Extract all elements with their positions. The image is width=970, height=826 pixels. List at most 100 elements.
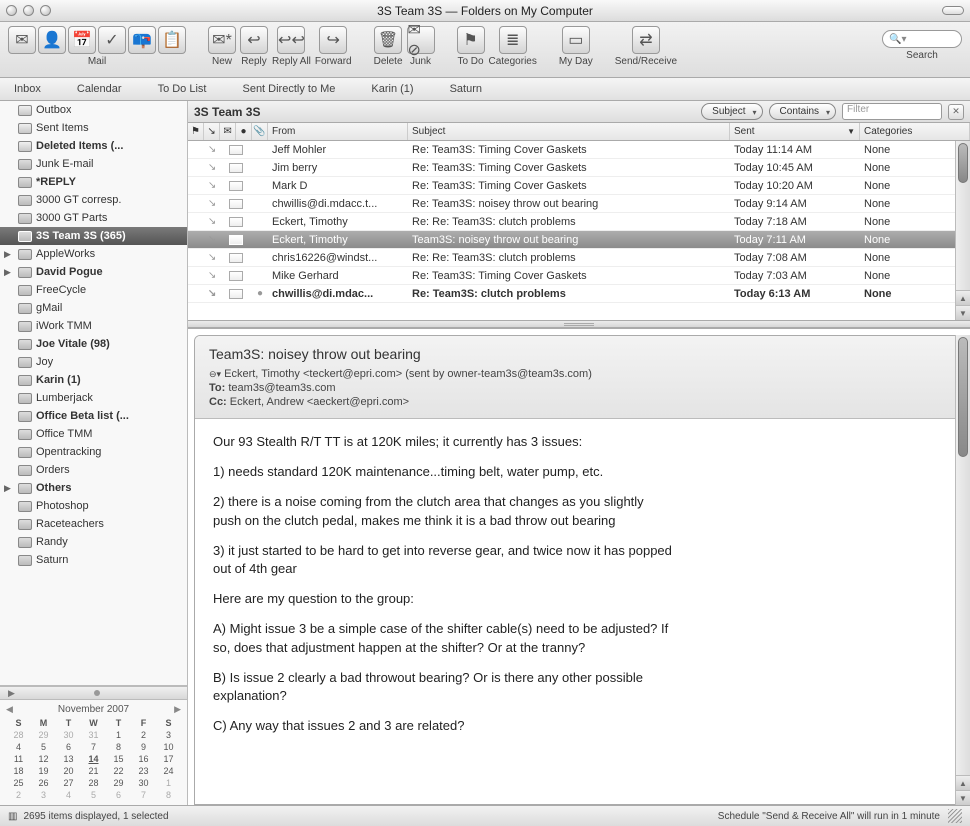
cal-day[interactable]: 4 bbox=[6, 741, 31, 753]
cal-day[interactable]: 19 bbox=[31, 765, 56, 777]
folder-item[interactable]: Office TMM bbox=[0, 425, 187, 443]
message-row[interactable]: ↘Jim berryRe: Team3S: Timing Cover Gaske… bbox=[188, 159, 970, 177]
col-categories[interactable]: Categories bbox=[860, 123, 970, 140]
cal-day[interactable]: 6 bbox=[106, 789, 131, 801]
cal-day[interactable]: 17 bbox=[156, 753, 181, 765]
scroll-up-icon[interactable]: ▲ bbox=[956, 290, 970, 305]
disclosure-icon[interactable]: ▶ bbox=[4, 483, 11, 494]
message-row[interactable]: ↘Eckert, TimothyTeam3S: noisey throw out… bbox=[188, 231, 970, 249]
cal-day[interactable]: 4 bbox=[56, 789, 81, 801]
favorites-tab[interactable]: To Do List bbox=[150, 80, 215, 98]
folder-item[interactable]: Randy bbox=[0, 533, 187, 551]
col-attachment[interactable]: 📎 bbox=[252, 123, 268, 140]
cal-day[interactable]: 5 bbox=[31, 741, 56, 753]
message-row[interactable]: ↘Eckert, TimothyRe: Re: Team3S: clutch p… bbox=[188, 213, 970, 231]
cal-day[interactable]: 14 bbox=[81, 753, 106, 765]
cal-day[interactable]: 16 bbox=[131, 753, 156, 765]
cal-day[interactable]: 2 bbox=[131, 729, 156, 741]
next-month-icon[interactable]: ▶ bbox=[174, 704, 181, 715]
folder-item[interactable]: Office Beta list (... bbox=[0, 407, 187, 425]
folder-item[interactable]: 3000 GT corresp. bbox=[0, 191, 187, 209]
favorites-tab[interactable]: Saturn bbox=[442, 80, 490, 98]
cal-day[interactable]: 28 bbox=[6, 729, 31, 741]
cal-day[interactable]: 11 bbox=[6, 753, 31, 765]
toolbar-button[interactable]: ▭ bbox=[562, 26, 590, 54]
cal-day[interactable]: 13 bbox=[56, 753, 81, 765]
toolbar-button[interactable]: 🗑 bbox=[374, 26, 402, 54]
folder-item[interactable]: Joy bbox=[0, 353, 187, 371]
toolbar-button[interactable]: ≣ bbox=[499, 26, 527, 54]
cal-day[interactable]: 2 bbox=[6, 789, 31, 801]
folder-item[interactable]: ▶Others bbox=[0, 479, 187, 497]
scroll-down-icon[interactable]: ▼ bbox=[956, 305, 970, 320]
folder-item[interactable]: Photoshop bbox=[0, 497, 187, 515]
message-row[interactable]: ↘chris16226@windst...Re: Re: Team3S: clu… bbox=[188, 249, 970, 267]
message-row[interactable]: ↘Mark DRe: Team3S: Timing Cover GasketsT… bbox=[188, 177, 970, 195]
cal-day[interactable]: 22 bbox=[106, 765, 131, 777]
cal-day[interactable]: 24 bbox=[156, 765, 181, 777]
toggle-pane-icon[interactable]: ▥ bbox=[8, 811, 17, 822]
cal-day[interactable]: 21 bbox=[81, 765, 106, 777]
cal-day[interactable]: 23 bbox=[131, 765, 156, 777]
cal-day[interactable]: 9 bbox=[131, 741, 156, 753]
search-input[interactable]: 🔍▾ bbox=[882, 30, 962, 48]
cal-day[interactable]: 6 bbox=[56, 741, 81, 753]
cal-day[interactable]: 7 bbox=[81, 741, 106, 753]
disclosure-icon[interactable]: ▶ bbox=[4, 267, 11, 278]
cal-day[interactable]: 20 bbox=[56, 765, 81, 777]
folder-item[interactable]: FreeCycle bbox=[0, 281, 187, 299]
folder-item[interactable]: Karin (1) bbox=[0, 371, 187, 389]
cal-day[interactable]: 31 bbox=[81, 729, 106, 741]
cal-day[interactable]: 15 bbox=[106, 753, 131, 765]
cal-day[interactable]: 26 bbox=[31, 777, 56, 789]
scroll-down-icon[interactable]: ▼ bbox=[956, 790, 970, 805]
toolbar-button[interactable]: ✉* bbox=[208, 26, 236, 54]
col-status[interactable]: ✉ bbox=[220, 123, 236, 140]
cal-day[interactable]: 30 bbox=[56, 729, 81, 741]
col-priority[interactable]: ● bbox=[236, 123, 252, 140]
favorites-tab[interactable]: Sent Directly to Me bbox=[234, 80, 343, 98]
folder-item[interactable]: Junk E-mail bbox=[0, 155, 187, 173]
folder-item[interactable]: Saturn bbox=[0, 551, 187, 569]
clear-filter-button[interactable]: ✕ bbox=[948, 104, 964, 120]
cal-day[interactable]: 25 bbox=[6, 777, 31, 789]
col-from[interactable]: From bbox=[268, 123, 408, 140]
cal-day[interactable]: 29 bbox=[31, 729, 56, 741]
folder-item[interactable]: Orders bbox=[0, 461, 187, 479]
toolbar-button[interactable]: ↩ bbox=[240, 26, 268, 54]
folder-item[interactable]: 3000 GT Parts bbox=[0, 209, 187, 227]
list-scrollbar[interactable]: ▲ ▼ bbox=[955, 141, 970, 320]
cal-day[interactable]: 8 bbox=[156, 789, 181, 801]
folder-item[interactable]: Opentracking bbox=[0, 443, 187, 461]
folder-item[interactable]: ▶AppleWorks bbox=[0, 245, 187, 263]
filter-field-select[interactable]: Subject bbox=[701, 103, 762, 120]
cal-day[interactable]: 18 bbox=[6, 765, 31, 777]
cal-day[interactable]: 7 bbox=[131, 789, 156, 801]
toolbar-button[interactable]: 👤 bbox=[38, 26, 66, 54]
scroll-up-icon[interactable]: ▲ bbox=[956, 775, 970, 790]
folder-item[interactable]: Deleted Items (... bbox=[0, 137, 187, 155]
message-row[interactable]: ↘●chwillis@di.mdac...Re: Team3S: clutch … bbox=[188, 285, 970, 303]
expand-icon[interactable]: ⊖▾ bbox=[209, 369, 221, 379]
prev-month-icon[interactable]: ◀ bbox=[6, 704, 13, 715]
cal-day[interactable]: 8 bbox=[106, 741, 131, 753]
mini-calendar[interactable]: ◀ November 2007 ▶ SMTWTFS282930311234567… bbox=[0, 700, 187, 805]
toolbar-button[interactable]: ⚑ bbox=[457, 26, 485, 54]
toolbar-button[interactable]: ✉⊘ bbox=[407, 26, 435, 54]
splitter[interactable] bbox=[188, 321, 970, 328]
folder-item[interactable]: *REPLY bbox=[0, 173, 187, 191]
cal-day[interactable]: 27 bbox=[56, 777, 81, 789]
pane-divider[interactable]: ▶ bbox=[0, 686, 187, 700]
toolbar-button[interactable]: ✓ bbox=[98, 26, 126, 54]
folder-item[interactable]: 3S Team 3S (365) bbox=[0, 227, 187, 245]
cal-day[interactable]: 28 bbox=[81, 777, 106, 789]
message-row[interactable]: ↘Jeff MohlerRe: Team3S: Timing Cover Gas… bbox=[188, 141, 970, 159]
disclosure-icon[interactable]: ▶ bbox=[4, 249, 11, 260]
cal-day[interactable]: 10 bbox=[156, 741, 181, 753]
cal-day[interactable]: 3 bbox=[156, 729, 181, 741]
cal-day[interactable]: 1 bbox=[156, 777, 181, 789]
message-row[interactable]: ↘Mike GerhardRe: Team3S: Timing Cover Ga… bbox=[188, 267, 970, 285]
cal-day[interactable]: 3 bbox=[31, 789, 56, 801]
preview-scrollbar[interactable]: ▲ ▼ bbox=[955, 335, 970, 805]
cal-day[interactable]: 1 bbox=[106, 729, 131, 741]
